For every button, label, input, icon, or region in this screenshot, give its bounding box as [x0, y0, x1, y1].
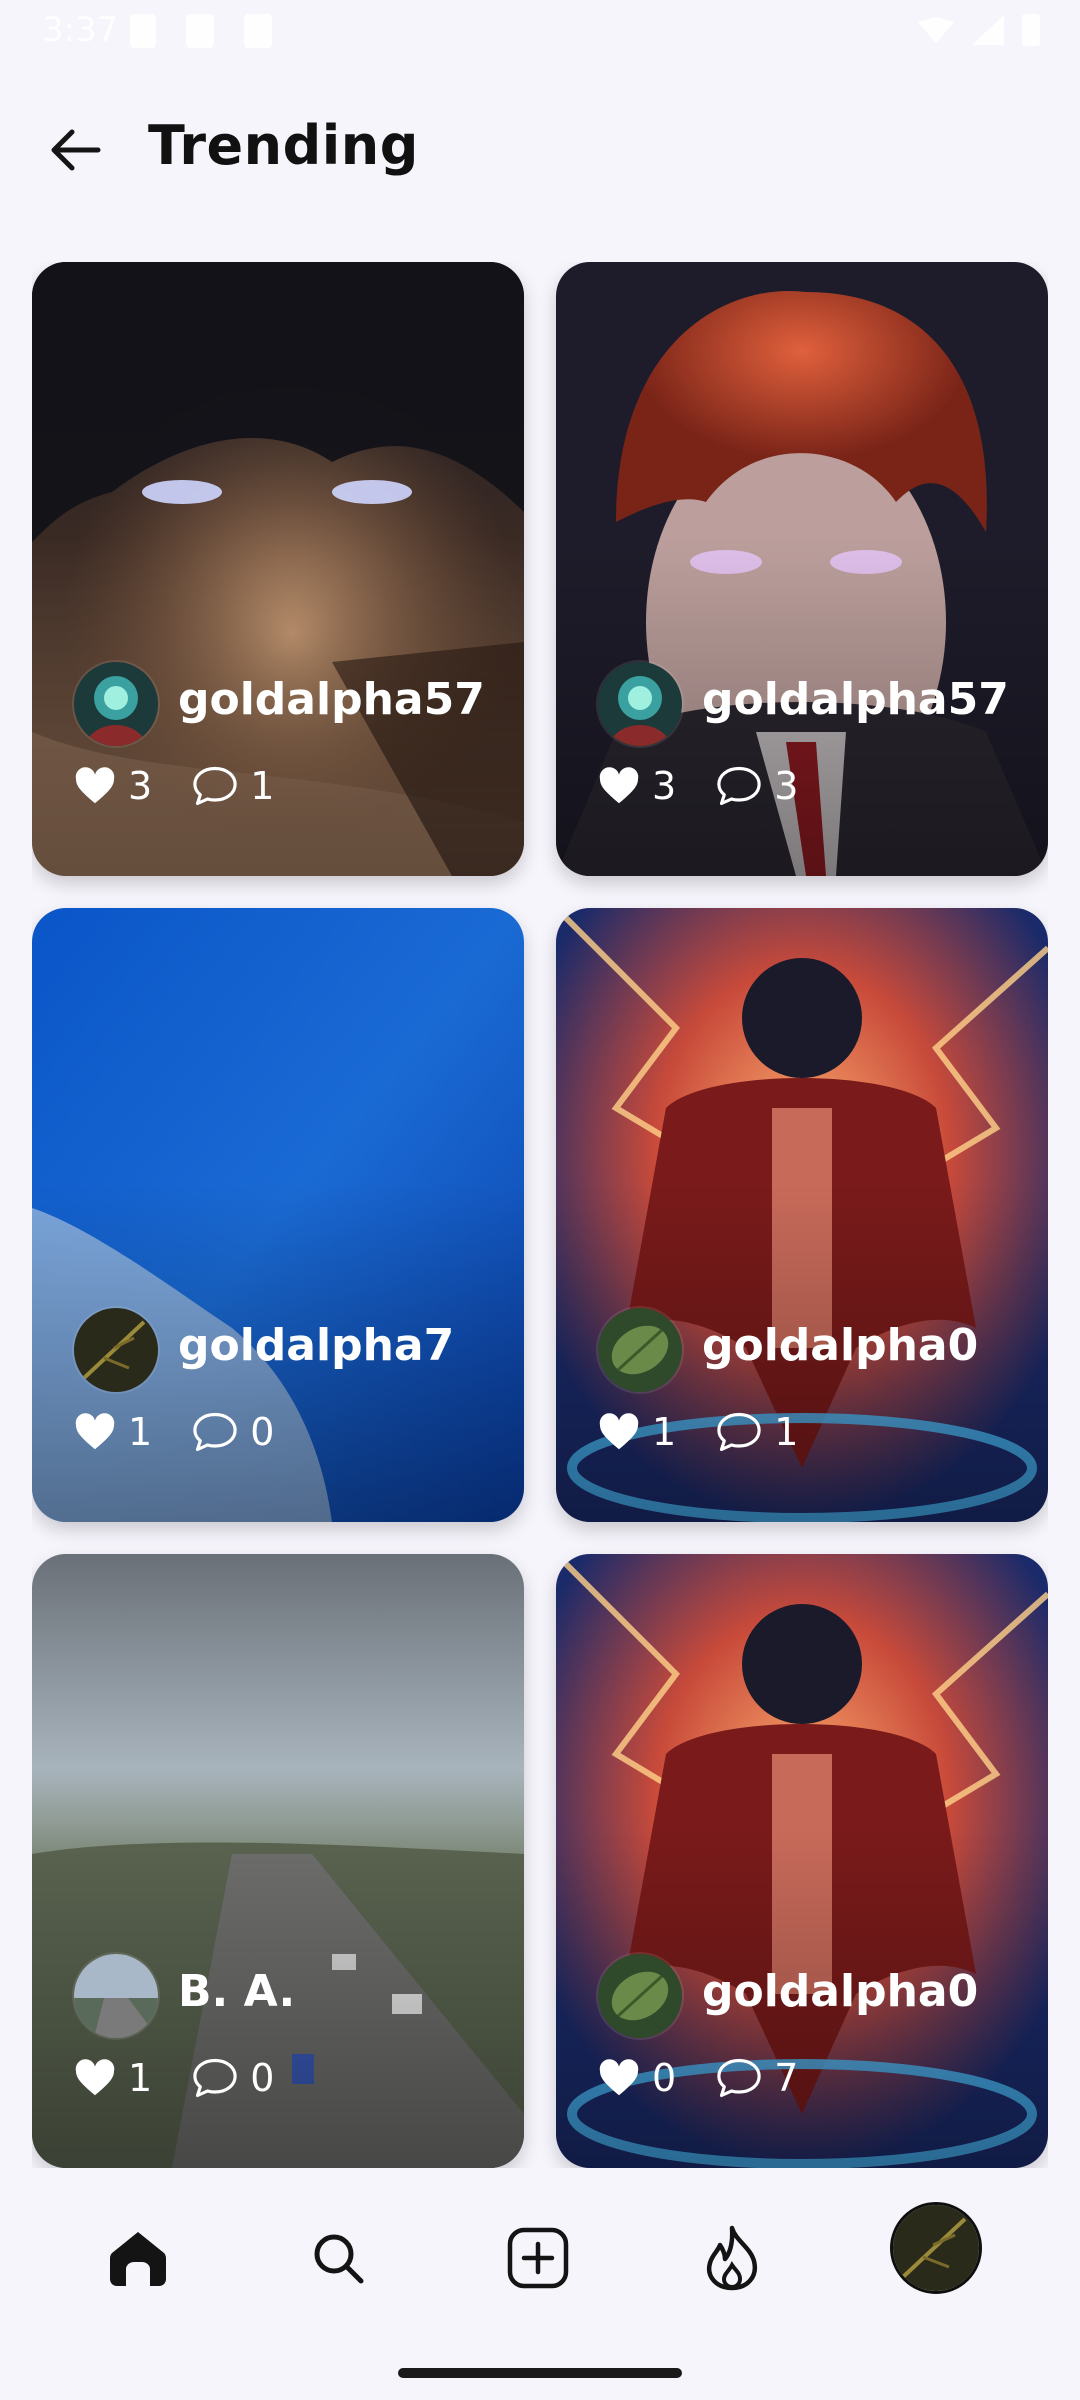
comment-stat[interactable]: 3	[716, 764, 798, 808]
home-icon	[110, 2232, 166, 2286]
author-avatar[interactable]	[74, 1308, 158, 1392]
author-username[interactable]: B. A.	[178, 1966, 295, 2017]
like-count: 3	[652, 764, 677, 808]
nav-home[interactable]	[88, 2208, 188, 2308]
author-username[interactable]: goldalpha57	[702, 674, 1009, 725]
create-post-icon	[507, 2227, 569, 2289]
heart-icon	[75, 1413, 115, 1450]
arrow-left-icon	[51, 129, 101, 171]
bottom-navigation	[0, 2168, 1080, 2400]
author-username[interactable]: goldalpha7	[178, 1320, 454, 1371]
app-header: Trending	[0, 100, 1080, 200]
nav-search[interactable]	[288, 2208, 388, 2308]
comment-icon	[717, 766, 761, 806]
comment-stat[interactable]: 1	[192, 764, 274, 808]
comment-stat[interactable]: 7	[716, 2056, 798, 2100]
notification-icon	[244, 14, 272, 48]
like-stat[interactable]: 1	[598, 1410, 676, 1454]
author-avatar[interactable]	[74, 1954, 158, 2038]
status-time: 3:37	[42, 10, 119, 50]
post-stats: 3 3	[598, 764, 838, 808]
post-stats: 1 0	[74, 2056, 314, 2100]
like-stat[interactable]: 1	[74, 1410, 152, 1454]
comment-count: 1	[250, 764, 275, 808]
like-stat[interactable]: 1	[74, 2056, 152, 2100]
page-title: Trending	[148, 114, 419, 177]
comment-stat[interactable]: 0	[192, 1410, 274, 1454]
comment-icon	[193, 1412, 237, 1452]
search-icon	[314, 2234, 364, 2284]
nav-trending[interactable]	[682, 2208, 782, 2308]
wifi-icon	[918, 17, 954, 43]
signal-icon	[972, 15, 1004, 45]
author-avatar[interactable]	[74, 662, 158, 746]
heart-icon	[599, 1413, 639, 1450]
post-card[interactable]: goldalpha7 1 0	[32, 908, 524, 1522]
author-avatar[interactable]	[598, 1308, 682, 1392]
heart-icon	[75, 2059, 115, 2096]
clipboard-icon	[186, 14, 214, 48]
post-card[interactable]: goldalpha0 1 1	[556, 908, 1048, 1522]
heart-icon	[75, 767, 115, 804]
trending-fire-icon	[706, 2225, 758, 2291]
heart-icon	[599, 2059, 639, 2096]
post-card[interactable]: goldalpha57 3 3	[556, 262, 1048, 876]
trending-grid: goldalpha57 3 1 goldalpha57 3 3 goldalph…	[32, 262, 1048, 2168]
comment-icon	[717, 1412, 761, 1452]
post-card[interactable]: goldalpha0 0 7	[556, 1554, 1048, 2168]
like-count: 1	[128, 2056, 153, 2100]
battery-icon	[1022, 14, 1040, 46]
post-stats: 0 7	[598, 2056, 838, 2100]
like-stat[interactable]: 0	[598, 2056, 676, 2100]
comment-count: 1	[774, 1410, 799, 1454]
status-icons	[918, 10, 1040, 50]
comment-count: 3	[774, 764, 799, 808]
home-indicator[interactable]	[398, 2368, 682, 2378]
status-bar: 3:37	[0, 0, 1080, 64]
like-stat[interactable]: 3	[598, 764, 676, 808]
like-count: 0	[652, 2056, 677, 2100]
avatar	[893, 2205, 979, 2291]
post-stats: 1 1	[598, 1410, 838, 1454]
author-username[interactable]: goldalpha0	[702, 1320, 978, 1371]
comment-icon	[193, 766, 237, 806]
post-stats: 1 0	[74, 1410, 314, 1454]
comment-count: 0	[250, 2056, 275, 2100]
comment-icon	[717, 2058, 761, 2098]
comment-stat[interactable]: 0	[192, 2056, 274, 2100]
author-username[interactable]: goldalpha0	[702, 1966, 978, 2017]
comment-stat[interactable]: 1	[716, 1410, 798, 1454]
nav-create[interactable]	[488, 2208, 588, 2308]
comment-count: 7	[774, 2056, 799, 2100]
post-stats: 3 1	[74, 764, 314, 808]
like-count: 3	[128, 764, 153, 808]
nav-profile-avatar[interactable]	[890, 2202, 982, 2294]
back-button[interactable]	[48, 122, 104, 178]
like-count: 1	[652, 1410, 677, 1454]
heart-icon	[599, 767, 639, 804]
author-username[interactable]: goldalpha57	[178, 674, 485, 725]
like-stat[interactable]: 3	[74, 764, 152, 808]
comment-icon	[193, 2058, 237, 2098]
post-card[interactable]: B. A. 1 0	[32, 1554, 524, 2168]
download-icon	[130, 14, 156, 48]
comment-count: 0	[250, 1410, 275, 1454]
author-avatar[interactable]	[598, 662, 682, 746]
author-avatar[interactable]	[598, 1954, 682, 2038]
post-card[interactable]: goldalpha57 3 1	[32, 262, 524, 876]
like-count: 1	[128, 1410, 153, 1454]
